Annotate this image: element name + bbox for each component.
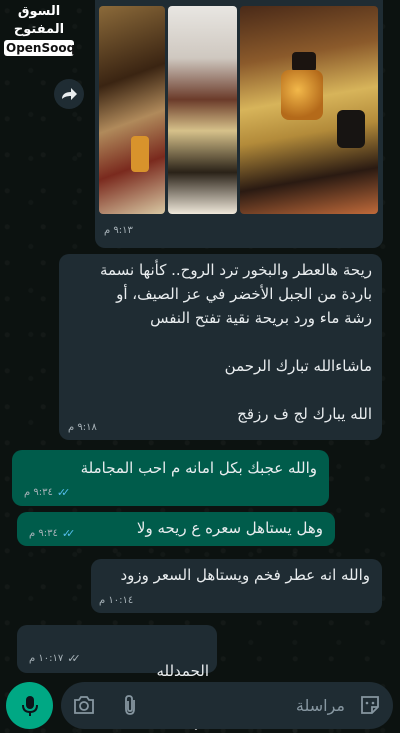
opensooq-logo: السوق المفتوح OpenSooq	[4, 3, 76, 56]
perfume-bottle-shape	[131, 136, 149, 172]
incoming-message[interactable]: والله انه عطر فخم ويستاهل السعر وزود ١٠:…	[91, 559, 382, 613]
incoming-message[interactable]: ريحة هالعطر والبخور ترد الروح.. كأنها نس…	[59, 254, 382, 440]
attach-icon[interactable]	[123, 694, 137, 716]
perfume-photo-1[interactable]	[99, 6, 165, 214]
message-timestamp: ٩:٣٤ م	[24, 487, 53, 498]
perfume-photo-2[interactable]	[168, 6, 237, 214]
voice-message-button[interactable]	[6, 682, 53, 729]
message-timestamp: ١٠:١٧ م	[29, 653, 64, 664]
message-timestamp: ٩:١٨ م	[68, 422, 97, 433]
logo-latin-text: OpenSooq	[4, 40, 76, 56]
message-meta: ✓✓ ٩:٣٤ م	[24, 486, 71, 499]
double-check-icon: ✓✓	[61, 527, 76, 540]
message-text: والله عجبك بكل امانه م احب المجاملة	[80, 459, 317, 477]
camera-icon[interactable]	[73, 695, 95, 715]
image-timestamp: ٩:١٣ م	[104, 225, 133, 236]
message-composer: مراسلة	[0, 677, 400, 733]
message-text: وهل يستاهل سعره ع ريحه ولا	[136, 519, 323, 537]
black-cap-shape	[337, 110, 365, 148]
microphone-icon	[21, 695, 38, 716]
sticker-icon[interactable]	[359, 694, 381, 716]
message-timestamp: ٩:٣٤ م	[29, 528, 58, 539]
gold-bottle-shape	[281, 70, 323, 120]
message-text: ريحة هالعطر والبخور ترد الروح.. كأنها نس…	[99, 261, 372, 423]
message-bubble[interactable]: الحمدلله ✓✓ ١٠:١٧ م	[17, 625, 217, 730]
message-meta: ١٠:١٤ م	[99, 595, 133, 606]
message-meta: ✓✓ ١٠:١٧ م	[29, 652, 81, 665]
logo-arabic-text: السوق المفتوح	[13, 4, 65, 37]
outgoing-message[interactable]: وهل يستاهل سعره ع ريحه ولا ✓✓ ٩:٣٤ م	[17, 512, 335, 546]
outgoing-message[interactable]: والله عجبك بكل امانه م احب المجاملة ✓✓ ٩…	[12, 450, 329, 506]
message-timestamp: ١٠:١٤ م	[99, 595, 134, 606]
message-input[interactable]: مراسلة	[296, 696, 345, 715]
double-check-icon: ✓✓	[56, 486, 71, 499]
forward-button[interactable]	[54, 79, 84, 109]
image-message-bubble[interactable]: ٩:١٣ م	[95, 0, 383, 248]
forward-icon	[62, 88, 77, 100]
double-check-icon: ✓✓	[67, 652, 81, 665]
message-input-bar[interactable]: مراسلة	[61, 682, 393, 729]
bottle-cap-shape	[292, 52, 316, 72]
message-meta: ✓✓ ٩:٣٤ م	[29, 527, 76, 540]
message-text: والله انه عطر فخم ويستاهل السعر وزود	[120, 566, 370, 584]
